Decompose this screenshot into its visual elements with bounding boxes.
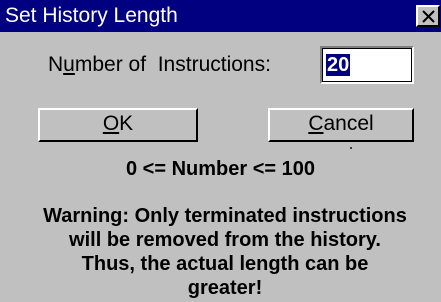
number-of-instructions-label: Number of Instructions:: [48, 52, 271, 78]
label-prefix: N: [48, 53, 64, 76]
label-accelerator: u: [63, 53, 75, 76]
focus-dot: [350, 147, 352, 149]
close-button[interactable]: [416, 5, 440, 27]
ok-accelerator: O: [102, 112, 120, 135]
ok-label-rest: K: [119, 112, 134, 135]
warning-line: Warning: Only terminated instructions: [43, 205, 407, 227]
warning-message: Warning: Only terminated instructions wi…: [20, 204, 430, 300]
ok-button[interactable]: OK: [38, 108, 198, 142]
input-value: 20: [326, 54, 351, 76]
set-history-length-dialog: Set History Length Number of Instruction…: [0, 0, 441, 302]
dialog-title: Set History Length: [5, 4, 178, 27]
cancel-button[interactable]: Cancel: [268, 108, 414, 142]
cancel-accelerator: C: [308, 112, 324, 135]
label-rest: mber of Instructions:: [74, 53, 271, 76]
cancel-label-rest: ancel: [323, 112, 374, 135]
close-icon: [422, 10, 435, 23]
warning-line: greater!: [187, 277, 263, 299]
warning-line: will be removed from the history.: [69, 229, 381, 251]
title-bar[interactable]: Set History Length: [0, 0, 441, 32]
range-hint: 0 <= Number <= 100: [125, 158, 315, 180]
warning-line: Thus, the actual length can be: [81, 253, 369, 275]
number-of-instructions-input[interactable]: 20: [320, 46, 414, 84]
